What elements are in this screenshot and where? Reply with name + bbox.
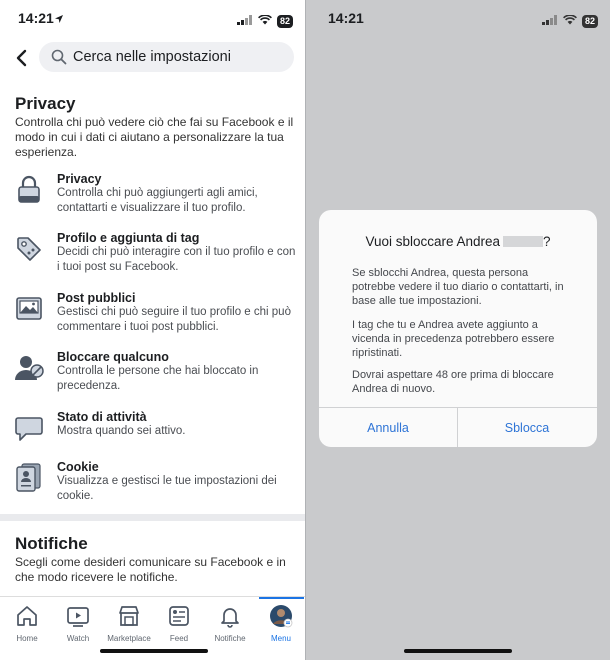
settings-item-privacy[interactable]: Privacy Controlla chi può aggiungerti ag…: [0, 172, 305, 226]
signal-icon: [541, 12, 558, 30]
item-description: Controlla chi può aggiungerti agli amici…: [57, 187, 258, 214]
item-description: Mostra quando sei attivo.: [57, 425, 186, 437]
bell-icon: [221, 608, 239, 628]
marketplace-icon: [119, 606, 139, 626]
settings-item-public-posts[interactable]: Post pubblici Gestisci chi può seguire i…: [0, 291, 305, 345]
tab-home[interactable]: Home: [2, 601, 52, 645]
cancel-button[interactable]: Annulla: [319, 408, 458, 447]
tab-label: Feed: [169, 634, 189, 643]
dialog-title: Vuoi sbloccare Andrea?: [319, 234, 597, 249]
feed-icon: [169, 606, 189, 626]
dialog-title-text: Vuoi sbloccare Andrea: [365, 234, 501, 249]
tab-label: Watch: [66, 634, 90, 643]
item-description: Controlla le persone che hai bloccato in…: [57, 365, 259, 392]
tab-label: Home: [16, 634, 38, 643]
status-bar: 14:21 82: [0, 0, 305, 36]
lock-icon: [14, 174, 44, 204]
dialog-paragraph: Se sblocchi Andrea, questa persona potre…: [352, 267, 564, 307]
watch-icon: [67, 607, 89, 627]
search-icon: [51, 49, 67, 65]
search-row: [0, 42, 305, 74]
status-time: 14:21: [18, 10, 54, 26]
unblock-button[interactable]: Sblocca: [458, 408, 596, 447]
privacy-section-description: Controlla chi può vedere ciò che fai su …: [15, 115, 294, 159]
item-description: Gestisci chi può seguire il tuo profilo …: [57, 306, 291, 333]
back-arrow-icon[interactable]: [12, 47, 32, 69]
tab-menu[interactable]: Menu: [256, 601, 305, 645]
settings-item-cookies[interactable]: Cookie Visualizza e gestisci le tue impo…: [0, 460, 305, 514]
status-bar: 14:21 82: [306, 0, 610, 36]
item-description: Decidi chi può interagire con il tuo pro…: [57, 246, 296, 273]
unblock-dialog-screen: 14:21 82 Vuoi sbloccare Andrea? Se sbloc…: [306, 0, 610, 660]
tab-feed[interactable]: Feed: [154, 601, 204, 645]
settings-screen: 14:21 82 Privacy Controlla chi può veder…: [0, 0, 305, 660]
privacy-section-title: Privacy: [15, 94, 76, 113]
settings-item-blocking[interactable]: Bloccare qualcuno Controlla le persone c…: [0, 350, 305, 404]
speech-bubble-icon: [14, 412, 44, 442]
battery-icon: 82: [581, 14, 598, 28]
cookie-doc-icon: [14, 462, 44, 492]
bottom-tab-bar: Home Watch Marketplace Feed Notifiche Me…: [0, 596, 305, 660]
dialog-paragraph: I tag che tu e Andrea avete aggiunto a v…: [352, 319, 555, 359]
active-tab-indicator: [259, 597, 304, 599]
item-title: Stato di attività: [57, 410, 147, 424]
tag-icon: [14, 233, 44, 263]
home-indicator: [100, 649, 208, 653]
dialog-paragraph: Dovrai aspettare 48 ore prima di bloccar…: [352, 369, 554, 395]
wifi-icon: [258, 12, 272, 30]
item-title: Bloccare qualcuno: [57, 350, 169, 364]
notifications-section-title: Notifiche: [15, 534, 88, 553]
status-time: 14:21: [328, 10, 364, 26]
notifications-section-description: Scegli come desideri comunicare su Faceb…: [15, 555, 286, 584]
signal-icon: [236, 12, 253, 30]
redacted-name: [503, 236, 544, 247]
item-title: Cookie: [57, 460, 99, 474]
dialog-title-suffix: ?: [543, 234, 551, 249]
settings-item-activity-status[interactable]: Stato di attività Mostra quando sei atti…: [0, 410, 305, 464]
tab-label: Notifiche: [214, 634, 246, 643]
avatar-icon: [270, 605, 293, 628]
item-title: Privacy: [57, 172, 102, 186]
tab-label: Menu: [270, 634, 291, 643]
tab-watch[interactable]: Watch: [53, 601, 103, 645]
image-post-icon: [14, 293, 44, 323]
tab-label: Marketplace: [107, 634, 151, 643]
dialog-buttons: Annulla Sblocca: [319, 407, 597, 447]
section-divider: [0, 514, 305, 521]
search-input[interactable]: [73, 47, 283, 67]
home-indicator: [404, 649, 512, 653]
item-title: Profilo e aggiunta di tag: [57, 231, 200, 245]
item-title: Post pubblici: [57, 291, 136, 305]
block-user-icon: [14, 352, 44, 382]
unblock-alert: Vuoi sbloccare Andrea? Se sblocchi Andre…: [319, 210, 597, 447]
battery-icon: 82: [276, 14, 293, 28]
wifi-icon: [563, 12, 577, 30]
home-icon: [17, 606, 37, 626]
location-arrow-icon: [54, 11, 64, 29]
tab-notifications[interactable]: Notifiche: [205, 601, 255, 645]
item-description: Visualizza e gestisci le tue impostazion…: [57, 475, 277, 502]
settings-item-profile-tagging[interactable]: Profilo e aggiunta di tag Decidi chi può…: [0, 231, 305, 285]
tab-marketplace[interactable]: Marketplace: [104, 601, 154, 645]
search-box[interactable]: [39, 42, 294, 72]
